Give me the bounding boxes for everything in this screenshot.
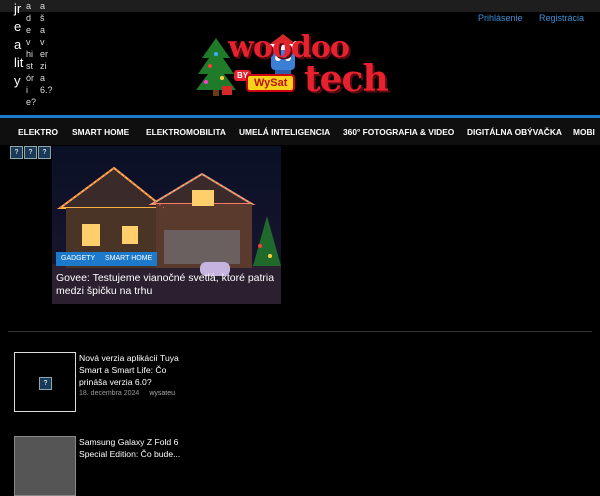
broken-image-icon: ? [24,146,37,159]
broken-image-icon: ? [38,146,51,159]
broken-image-icon: ? [10,146,23,159]
article-title[interactable]: Samsung Galaxy Z Fold 6 Special Edition:… [79,436,189,460]
logo-brand-badge: WySat [246,74,296,92]
nav-item-elektromobilita[interactable]: ELEKTROMOBILITA [146,127,226,137]
site-logo[interactable]: woodoo tech BY WySat [196,30,406,102]
nav-item-mobil[interactable]: MOBI [573,127,595,137]
register-link[interactable]: Registrácia [539,13,584,23]
featured-article-title[interactable]: Govee: Testujeme vianočné svetlá, ktoré … [56,272,278,298]
nav-item-360-fotografia[interactable]: 360° FOTOGRAFIA & VIDEO [343,127,454,137]
nav-item-digitalna-obyvacka[interactable]: DIGITÁLNA OBÝVAČKA [467,127,562,137]
top-bar [0,0,600,12]
glitch-text-column-1: jrealit y [14,1,24,88]
glitch-text-column-3: ašaverzia6.? [40,1,53,95]
article-date: 18. decembra 2024 [79,390,140,397]
article-title[interactable]: Nová verzia aplikácií Tuya Smart a Smart… [79,352,189,388]
login-link[interactable]: Prihlásenie [478,13,523,23]
nav-item-elektro[interactable]: ELEKTRO [18,127,58,137]
article-meta: 18. decembra 2024 wysateu [79,390,175,397]
broken-image-icon: ? [39,377,52,390]
main-nav: ELEKTRO SMART HOME ELEKTROMOBILITA UMELÁ… [0,118,600,145]
article-thumbnail[interactable] [14,436,76,496]
nav-item-umela-inteligencia[interactable]: UMELÁ INTELIGENCIA [239,127,330,137]
glitch-text-column-2: adevhistórie? [26,1,37,107]
article-thumbnail[interactable]: ? [14,352,76,412]
logo-word-tech: tech [304,58,389,100]
article-author[interactable]: wysateu [149,390,175,397]
nav-item-smart-home[interactable]: SMART HOME [72,127,129,137]
section-divider [8,331,592,332]
tag-smart-home[interactable]: SMART HOME [100,252,158,266]
tag-gadgety[interactable]: GADGETY [56,252,101,266]
